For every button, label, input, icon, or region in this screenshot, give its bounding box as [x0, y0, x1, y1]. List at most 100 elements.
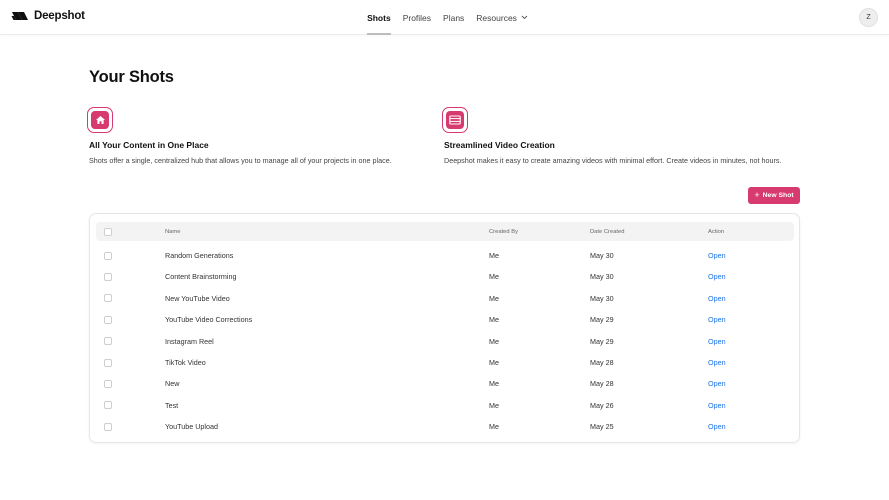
open-link[interactable]: Open [708, 395, 726, 416]
nav-shots-label: Shots [367, 12, 391, 23]
feature-video-creation: Streamlined Video Creation Deepshot make… [442, 107, 802, 166]
nav-resources[interactable]: Resources [476, 0, 528, 35]
feature-content-hub: All Your Content in One Place Shots offe… [87, 107, 417, 166]
column-header-action: Action [708, 228, 725, 235]
top-navigation-bar: Deepshot Shots Profiles Plans Resources … [0, 0, 889, 35]
shot-date-created: May 30 [590, 293, 614, 303]
shot-name: TikTok Video [165, 358, 206, 367]
table-row[interactable]: YouTube Video Corrections Me May 29 Open [90, 309, 799, 330]
row-checkbox[interactable] [104, 422, 112, 431]
table-row[interactable]: YouTube Upload Me May 25 Open [90, 416, 799, 437]
row-checkbox[interactable] [104, 379, 112, 388]
table-header: Name Created By Date Created Action [96, 222, 794, 241]
row-select-cell [104, 416, 112, 437]
shot-created-by: Me [489, 422, 499, 432]
shot-name: YouTube Video Corrections [165, 315, 253, 325]
open-link[interactable]: Open [708, 266, 726, 287]
row-select-cell [104, 309, 112, 330]
row-checkbox[interactable] [104, 294, 112, 303]
table-row[interactable]: Test Me May 26 Open [90, 395, 799, 416]
main-nav: Shots Profiles Plans Resources [0, 0, 889, 35]
column-header-date-created[interactable]: Date Created [590, 222, 624, 241]
home-icon [91, 111, 109, 129]
shot-created-by: Me [489, 400, 499, 410]
page-title: Your Shots [89, 68, 174, 86]
row-checkbox[interactable] [104, 251, 112, 260]
select-all-cell [104, 222, 112, 241]
row-checkbox[interactable] [104, 272, 112, 281]
open-link[interactable]: Open [708, 309, 726, 330]
nav-profiles-label: Profiles [402, 12, 432, 23]
table-row[interactable]: New Me May 28 Open [90, 373, 799, 394]
row-select-cell [104, 373, 112, 394]
shot-date-created: May 30 [590, 251, 614, 260]
feature-description: Shots offer a single, centralized hub th… [89, 156, 392, 165]
open-link[interactable]: Open [708, 245, 726, 266]
table-row[interactable]: TikTok Video Me May 28 Open [90, 352, 799, 373]
row-checkbox[interactable] [104, 315, 112, 324]
select-all-checkbox[interactable] [104, 227, 112, 236]
table-row[interactable]: Content Brainstorming Me May 30 Open [90, 266, 799, 287]
shot-created-by: Me [489, 272, 499, 282]
row-checkbox[interactable] [104, 358, 112, 367]
plus-icon: + [754, 189, 760, 200]
table-row[interactable]: Random Generations Me May 30 Open [90, 245, 799, 266]
row-checkbox[interactable] [104, 337, 112, 346]
shot-created-by: Me [489, 336, 499, 346]
logo-text: Deepshot [34, 10, 85, 22]
shot-name: Instagram Reel [165, 336, 214, 346]
row-select-cell [104, 288, 112, 309]
shot-name: New [165, 379, 180, 389]
shot-name: YouTube Upload [165, 422, 219, 432]
open-link[interactable]: Open [708, 373, 726, 394]
logo[interactable]: Deepshot [11, 10, 85, 22]
shot-created-by: Me [489, 251, 499, 260]
shot-name: Test [165, 400, 179, 410]
nav-shots[interactable]: Shots [367, 0, 391, 35]
row-select-cell [104, 395, 112, 416]
open-link[interactable]: Open [708, 416, 726, 437]
feature-title: All Your Content in One Place [89, 140, 209, 150]
shot-created-by: Me [489, 379, 499, 389]
open-link[interactable]: Open [708, 331, 726, 352]
column-header-created-by[interactable]: Created By [489, 222, 518, 241]
shot-date-created: May 28 [590, 358, 614, 367]
shot-name: Random Generations [165, 251, 234, 260]
table-row[interactable]: Instagram Reel Me May 29 Open [90, 331, 799, 352]
new-shot-label: New Shot [762, 192, 794, 199]
nav-plans[interactable]: Plans [443, 0, 464, 35]
row-select-cell [104, 266, 112, 287]
shots-table: Name Created By Date Created Action Rand… [89, 213, 800, 443]
nav-resources-label: Resources [476, 12, 517, 23]
row-checkbox[interactable] [104, 401, 112, 410]
shot-date-created: May 28 [590, 379, 614, 389]
table-row[interactable]: New YouTube Video Me May 30 Open [90, 288, 799, 309]
feature-title: Streamlined Video Creation [444, 140, 555, 150]
row-select-cell [104, 352, 112, 373]
shot-date-created: May 29 [590, 315, 614, 325]
feature-icon-frame [87, 107, 113, 133]
open-link[interactable]: Open [708, 352, 726, 373]
user-avatar[interactable]: Z [859, 8, 878, 27]
open-link[interactable]: Open [708, 288, 726, 309]
shot-created-by: Me [489, 293, 499, 303]
shot-created-by: Me [489, 315, 499, 325]
deepshot-logo-icon [11, 12, 28, 20]
shot-date-created: May 30 [590, 272, 614, 282]
avatar-initial: Z [866, 14, 871, 21]
nav-plans-label: Plans [443, 12, 465, 23]
row-select-cell [104, 331, 112, 352]
shot-name: New YouTube Video [165, 293, 230, 303]
feature-icon-frame [442, 107, 468, 133]
new-shot-button[interactable]: + New Shot [748, 187, 800, 204]
nav-profiles[interactable]: Profiles [403, 0, 431, 35]
shot-created-by: Me [489, 358, 499, 367]
shot-date-created: May 25 [590, 422, 614, 432]
row-select-cell [104, 245, 112, 266]
column-header-name[interactable]: Name [165, 222, 180, 241]
film-icon [446, 111, 464, 129]
chevron-down-icon [521, 15, 528, 20]
feature-description: Deepshot makes it easy to create amazing… [444, 156, 782, 165]
shot-date-created: May 29 [590, 336, 614, 346]
shot-name: Content Brainstorming [165, 272, 237, 282]
